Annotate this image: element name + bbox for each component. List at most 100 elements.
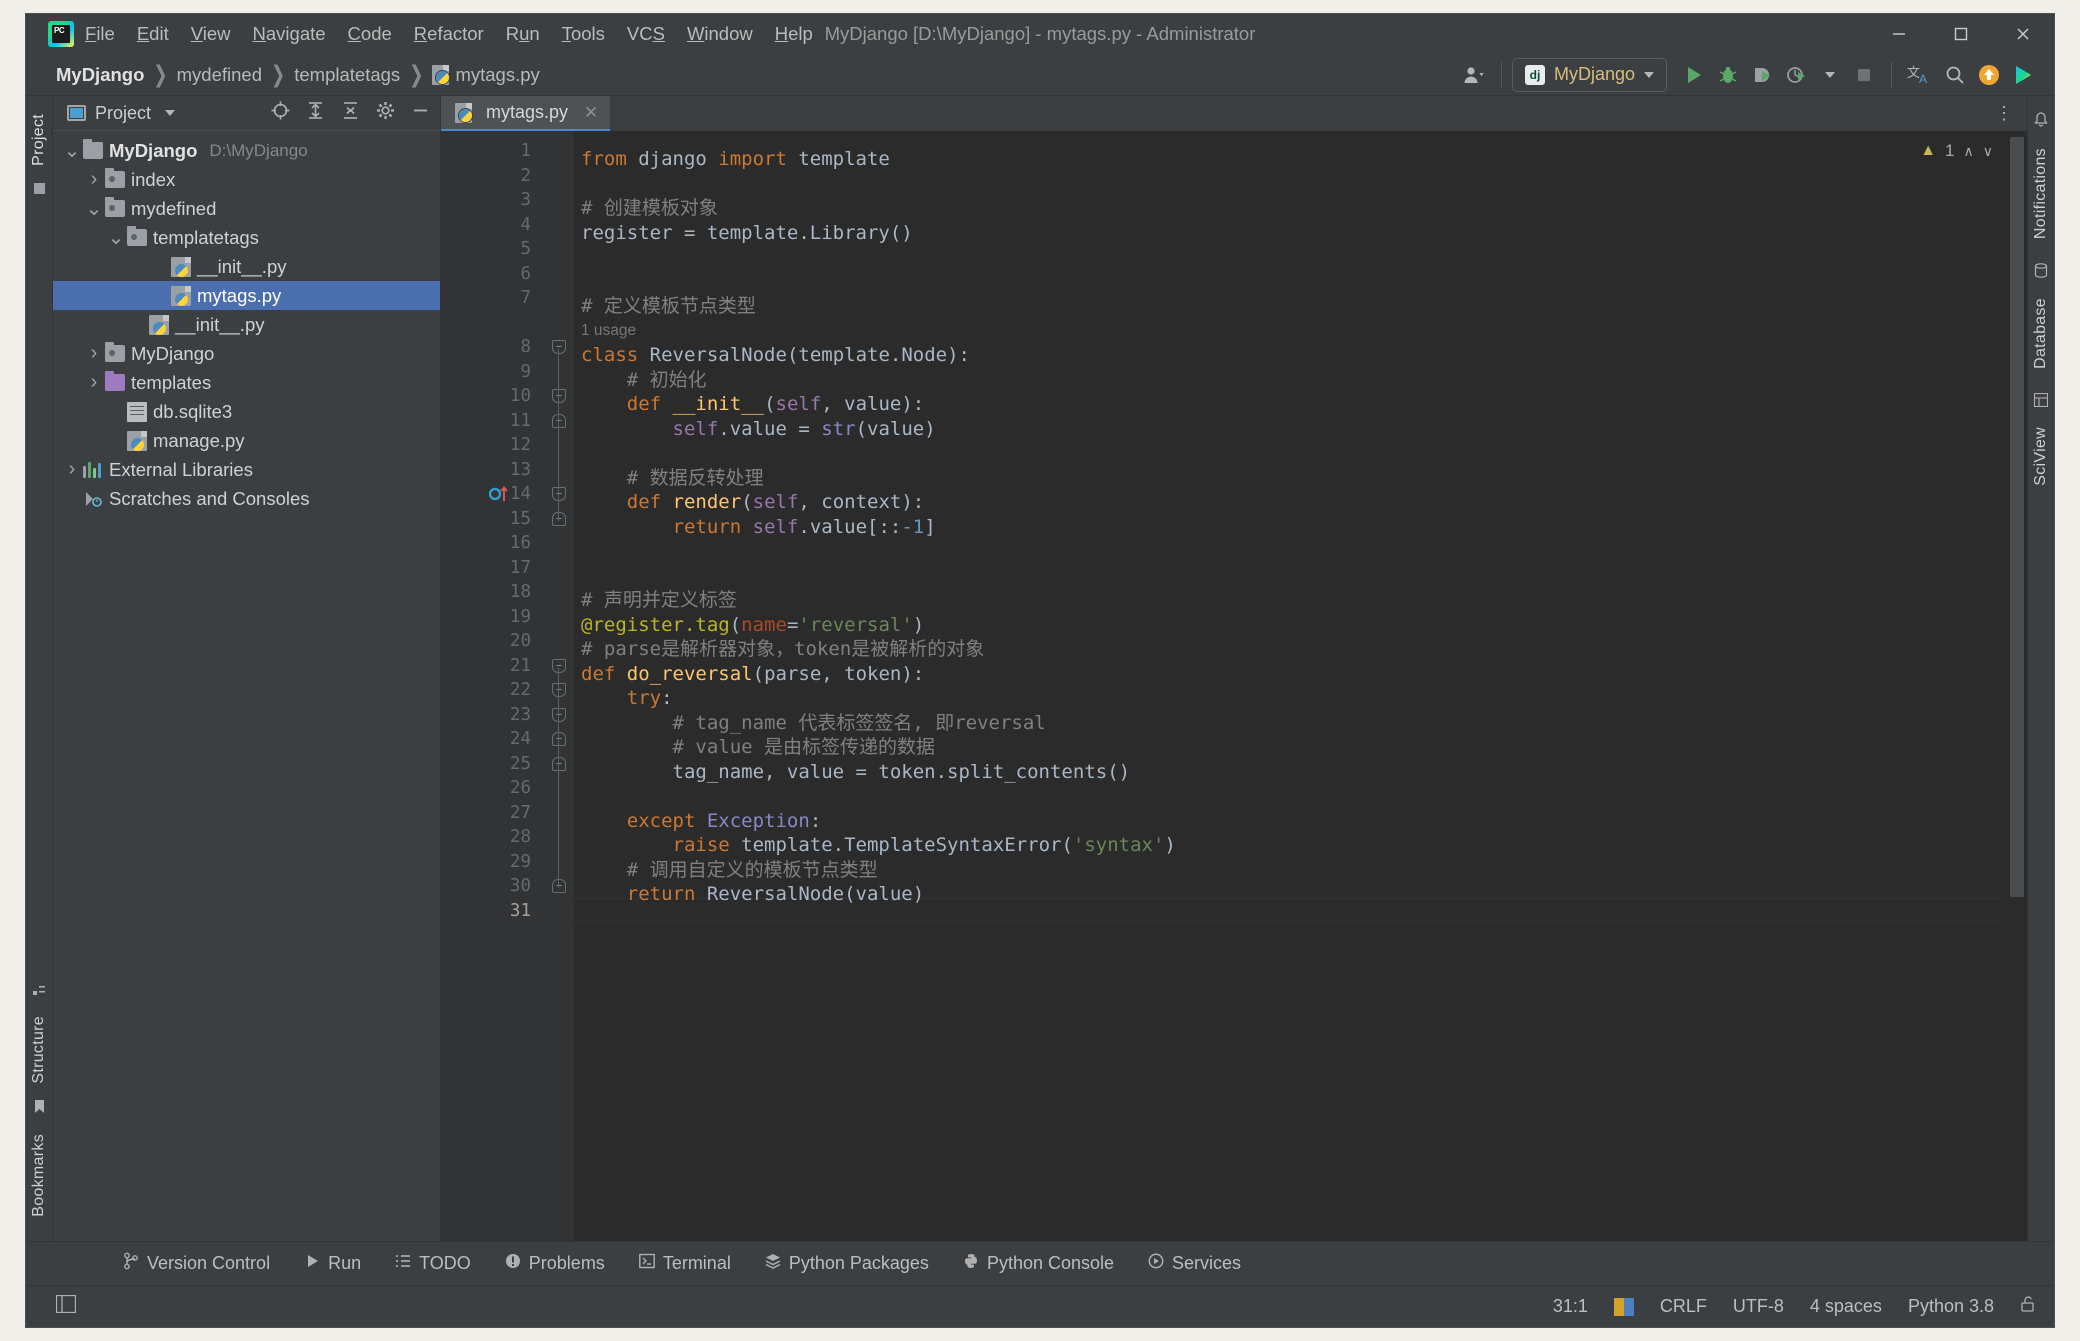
menu-window[interactable]: Window	[676, 19, 764, 49]
rail-item-notifications[interactable]: Notifications	[2032, 138, 2050, 249]
previous-problem-icon[interactable]: ∧	[1964, 143, 1974, 160]
menu-refactor[interactable]: Refactor	[403, 19, 495, 49]
code-line[interactable]: def render(self, context):	[581, 490, 924, 515]
menu-navigate[interactable]: Navigate	[242, 19, 337, 49]
code-fold-bot-icon[interactable]: −	[552, 756, 566, 771]
tree-node-external-libraries[interactable]: › External Libraries	[53, 455, 440, 484]
translate-icon[interactable]: 文 A	[1902, 58, 1938, 92]
tool-window-terminal[interactable]: Terminal	[622, 1242, 748, 1285]
code-fold-bot-icon[interactable]: −	[552, 879, 566, 893]
code-line[interactable]: except Exception:	[581, 809, 822, 834]
code-line[interactable]: # parse是解析器对象，token是被解析的对象	[581, 637, 984, 662]
chevron-down-icon[interactable]	[165, 110, 176, 116]
ai-assistant-icon[interactable]	[2006, 58, 2040, 92]
run-with-coverage-button[interactable]	[1745, 58, 1779, 92]
chevron-right-icon[interactable]: ›	[83, 168, 105, 191]
tree-node-index[interactable]: › index	[53, 165, 440, 194]
code-line[interactable]: @register.tag(name='reversal')	[581, 613, 924, 638]
commit-icon[interactable]	[33, 182, 46, 199]
tool-window-services[interactable]: Services	[1131, 1242, 1258, 1285]
menu-file[interactable]: File	[74, 19, 126, 49]
menu-edit[interactable]: Edit	[126, 19, 180, 49]
code-fold-bot-icon[interactable]: −	[552, 511, 566, 526]
code-line[interactable]: # 定义模板节点类型	[581, 294, 756, 319]
code-line[interactable]: return self.value[::-1]	[581, 515, 936, 540]
chevron-down-icon[interactable]: ⌄	[105, 228, 127, 248]
scroll-from-source-icon[interactable]	[271, 101, 290, 125]
tree-node-scratches-and-consoles[interactable]: Scratches and Consoles	[53, 484, 440, 513]
tool-window-problems[interactable]: Problems	[488, 1242, 622, 1285]
layout-toggle-icon[interactable]	[55, 1294, 77, 1318]
settings-gear-icon[interactable]	[376, 101, 395, 125]
code-line[interactable]	[581, 172, 592, 197]
rail-item-database[interactable]: Database	[2032, 288, 2050, 379]
run-configuration-selector[interactable]: dj MyDjango	[1511, 57, 1667, 92]
caret-position[interactable]: 31:1	[1553, 1296, 1588, 1317]
code-line[interactable]: self.value = str(value)	[581, 417, 936, 442]
breadcrumb-templatetags[interactable]: templatetags	[294, 64, 400, 86]
profile-button[interactable]	[1779, 58, 1813, 92]
code-line[interactable]: register = template.Library()	[581, 221, 913, 246]
code-fold-top-icon[interactable]: −	[552, 658, 566, 673]
code-line[interactable]	[581, 539, 592, 564]
run-button[interactable]	[1677, 58, 1711, 92]
code-line[interactable]: class ReversalNode(template.Node):	[581, 343, 970, 368]
tab-mytags-py[interactable]: mytags.py ✕	[441, 96, 611, 131]
code-fold-top-icon[interactable]: −	[552, 389, 566, 403]
code-line[interactable]: # value 是由标签传递的数据	[581, 735, 936, 760]
chevron-right-icon[interactable]: ›	[61, 458, 83, 481]
search-icon[interactable]	[1938, 58, 1972, 92]
code-fold-top-icon[interactable]: −	[552, 707, 566, 722]
code-line[interactable]: raise template.TemplateSyntaxError('synt…	[581, 833, 1176, 858]
indent-setting[interactable]: 4 spaces	[1810, 1296, 1882, 1317]
editor-options-icon[interactable]: ⋮	[1981, 96, 2027, 131]
code-line[interactable]: try:	[581, 686, 673, 711]
code-fold-bot-icon[interactable]: −	[552, 732, 566, 746]
gutter-run-marker-icon[interactable]	[488, 485, 515, 508]
tree-node-mydefined[interactable]: ⌄ mydefined	[53, 194, 440, 223]
breadcrumb-mytags-py[interactable]: mytags.py	[455, 64, 539, 86]
debug-button[interactable]	[1711, 58, 1745, 92]
code-line[interactable]: return ReversalNode(value)	[581, 882, 924, 907]
close-button[interactable]	[1992, 14, 2054, 54]
code-line[interactable]	[581, 441, 592, 466]
tree-node--init-py[interactable]: __init__.py	[53, 252, 440, 281]
code-fold-top-icon[interactable]: −	[552, 683, 566, 697]
rail-item-structure[interactable]: Structure	[30, 1006, 48, 1094]
chevron-down-icon[interactable]: ⌄	[83, 199, 105, 219]
chevron-down-icon[interactable]: ⌄	[61, 141, 83, 161]
file-encoding[interactable]: UTF-8	[1733, 1296, 1784, 1317]
account-icon[interactable]	[1457, 58, 1491, 92]
code-line[interactable]: tag_name, value = token.split_contents()	[581, 760, 1131, 785]
code-line[interactable]: # 调用自定义的模板节点类型	[581, 858, 878, 883]
tree-node-mytags-py[interactable]: mytags.py	[53, 281, 440, 310]
menu-view[interactable]: View	[180, 19, 242, 49]
code-fold-top-icon[interactable]: −	[552, 487, 566, 501]
inspection-widget[interactable]: ▲ 1 ∧ ∨	[1920, 141, 1993, 161]
tree-node-templates[interactable]: › templates	[53, 368, 440, 397]
breadcrumb-project[interactable]: MyDjango	[56, 64, 144, 86]
code-line[interactable]: # 声明并定义标签	[581, 588, 737, 613]
database-icon[interactable]	[2034, 263, 2048, 282]
rail-item-project[interactable]: Project	[30, 104, 48, 176]
unlocked-icon[interactable]	[2020, 1295, 2036, 1318]
project-tree[interactable]: ⌄ MyDjango D:\MyDjango › index ⌄ mydefined ⌄ tem…	[53, 131, 440, 1241]
collapse-all-icon[interactable]	[341, 101, 360, 125]
line-number-gutter[interactable]: 1 2 3 4 5 6 7 8 9 10 11 12 13 14 15 16 17 18 19 20 21 22 23 24 2…	[441, 131, 544, 1241]
code-line[interactable]: # 初始化	[581, 368, 707, 393]
code-line[interactable]: def __init__(self, value):	[581, 392, 924, 417]
next-problem-icon[interactable]: ∨	[1983, 143, 1993, 160]
maximize-button[interactable]	[1930, 14, 1992, 54]
code-fold-bot-icon[interactable]: −	[552, 413, 566, 428]
chevron-right-icon[interactable]: ›	[83, 342, 105, 365]
code-line[interactable]	[581, 907, 592, 932]
profile-dropdown-icon[interactable]	[1813, 58, 1847, 92]
expand-all-icon[interactable]	[306, 101, 325, 125]
chevron-right-icon[interactable]: ›	[83, 371, 105, 394]
tool-window-version-control[interactable]: Version Control	[106, 1242, 287, 1285]
rail-item-sciview[interactable]: SciView	[2032, 417, 2050, 496]
code-line[interactable]	[581, 245, 592, 270]
code-fold-top-icon[interactable]: −	[552, 340, 566, 354]
stop-button[interactable]	[1847, 58, 1881, 92]
close-icon[interactable]: ✕	[584, 103, 598, 123]
